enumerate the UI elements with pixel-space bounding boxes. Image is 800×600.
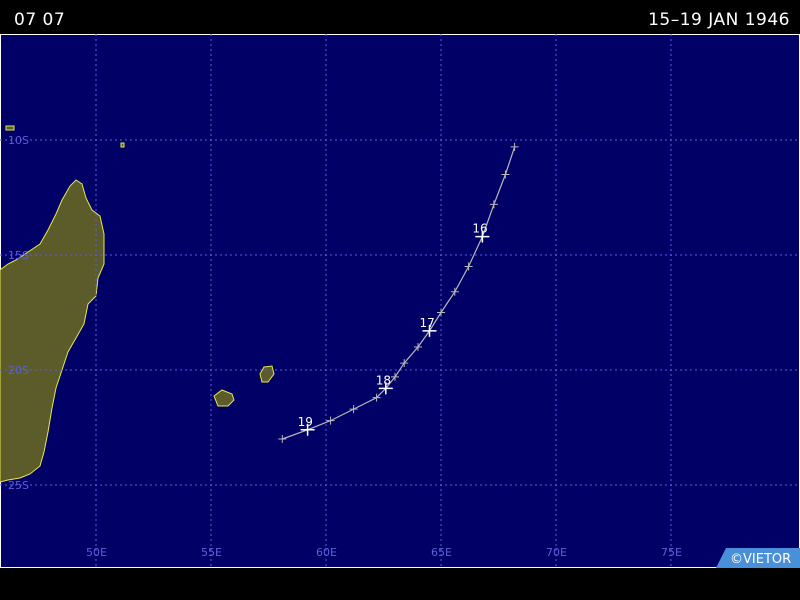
lat-label: 20S	[8, 364, 29, 377]
day-label: 17	[420, 316, 435, 330]
day-label: 16	[472, 222, 487, 236]
lon-label: 60E	[316, 546, 337, 559]
day-label: 18	[376, 373, 391, 387]
credit-text: ©VIETOR	[730, 552, 791, 567]
lon-label: 50E	[86, 546, 107, 559]
lat-label: 15S	[8, 249, 29, 262]
lat-label: 10S	[8, 134, 29, 147]
map-canvas: 50E 55E 60E 65E 70E 75E 10S 15S 20S 25S 16 17 18 19	[0, 34, 800, 568]
time-label: 07 07	[14, 10, 66, 30]
lon-label: 55E	[201, 546, 222, 559]
ocean-background	[0, 34, 800, 568]
track-map: 50E 55E 60E 65E 70E 75E 10S 15S 20S 25S 16 17 18 19 …	[0, 34, 800, 568]
credit-badge: ©VIETOR	[716, 548, 800, 568]
lon-label: 70E	[546, 546, 567, 559]
small-island-islet	[120, 142, 125, 148]
lon-label: 65E	[431, 546, 452, 559]
day-label: 19	[298, 415, 313, 429]
date-range-label: 15–19 JAN 1946	[648, 10, 790, 30]
lat-label: 25S	[8, 479, 29, 492]
lon-label: 75E	[661, 546, 682, 559]
small-island-north	[5, 125, 15, 131]
header-bar: 07 07 15–19 JAN 1946	[0, 0, 800, 34]
footer-bar	[0, 568, 800, 600]
